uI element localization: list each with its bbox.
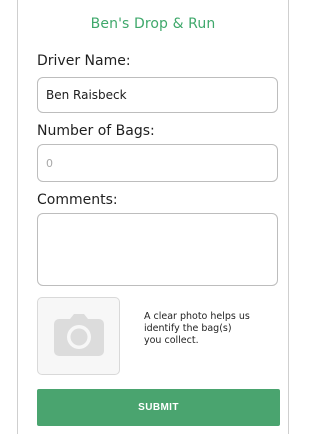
driver-name-value: Ben Raisbeck [46, 88, 127, 102]
driver-name-label: Driver Name: [37, 53, 131, 69]
number-of-bags-label: Number of Bags: [37, 123, 155, 139]
photo-hint-line: identify the bag(s) [144, 323, 232, 334]
photo-hint-text: A clear photo helps us identify the bag(… [144, 311, 284, 347]
app-frame: Ben's Drop & Run Driver Name: Ben Raisbe… [17, 0, 289, 434]
comments-label: Comments: [37, 192, 118, 208]
photo-upload-button[interactable] [37, 297, 120, 375]
number-of-bags-placeholder: 0 [46, 157, 53, 170]
submit-button[interactable]: SUBMIT [37, 389, 280, 426]
driver-name-input[interactable]: Ben Raisbeck [37, 77, 278, 113]
photo-hint-line: you collect. [144, 335, 199, 346]
comments-textarea[interactable] [37, 213, 278, 286]
app-title: Ben's Drop & Run [90, 16, 216, 32]
photo-hint-line: A clear photo helps us [144, 311, 250, 322]
camera-icon [54, 314, 104, 356]
number-of-bags-input[interactable]: 0 [37, 144, 278, 182]
